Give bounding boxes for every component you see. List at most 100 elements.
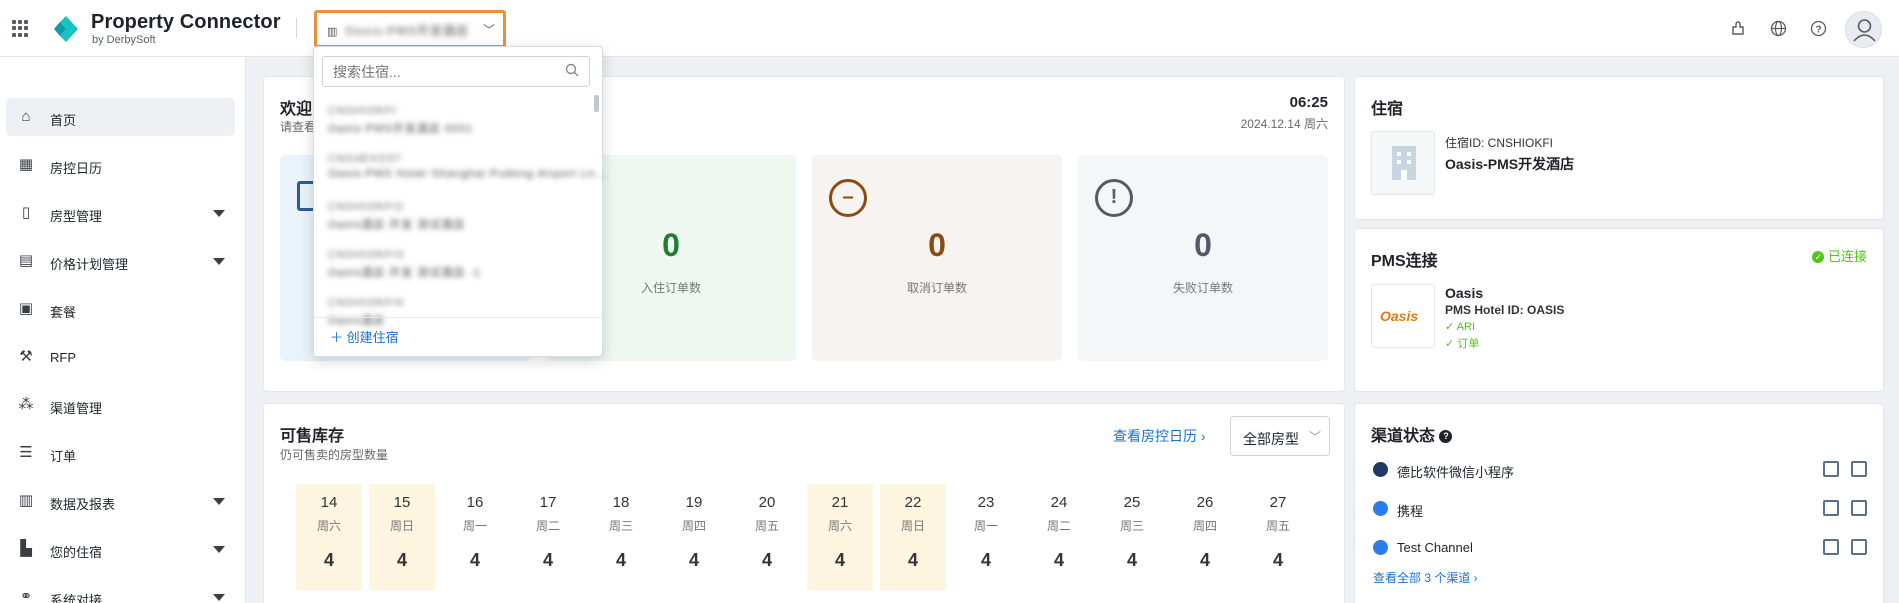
sidebar-item-packages[interactable]: ▣ 套餐: [6, 290, 235, 328]
sidebar-item-label: 渠道管理: [50, 401, 103, 416]
day-weekday: 周三: [1119, 519, 1144, 533]
hotel-option[interactable]: CNSHIOKFI2 Oasis酒店 开发 测试酒店: [328, 201, 568, 241]
sidebar-item-price-plans[interactable]: ▤ 价格计划管理: [6, 242, 235, 280]
sidebar-item-label: 房控日历: [50, 161, 103, 176]
inventory-day[interactable]: 26 周四 4: [1172, 484, 1238, 590]
day-available: 4: [834, 550, 845, 570]
pms-connection-card: PMS连接 ✓ 已连接 Oasis Oasis PMS Hotel ID: OA…: [1354, 228, 1884, 392]
globe-icon[interactable]: [1769, 20, 1787, 38]
calendar-tool-icon[interactable]: [1823, 500, 1839, 516]
day-number: 20: [758, 494, 776, 511]
hotel-option[interactable]: CNSHIOKFI Oasis-PMS开发酒店 0001: [328, 105, 568, 145]
sidebar-item-room-types[interactable]: ▯ 房型管理: [6, 194, 235, 232]
sidebar-item-reports[interactable]: ▥ 数据及报表: [6, 482, 235, 520]
create-stay-button[interactable]: ＋ 创建住宿: [330, 327, 399, 346]
day-available: 4: [1126, 550, 1137, 570]
hotel-option-name: Oasis-PMS开发酒店 0001: [328, 123, 474, 135]
inventory-day[interactable]: 16 周一 4: [442, 484, 508, 590]
room-type-filter[interactable]: 全部房型 ﹀: [1230, 416, 1330, 456]
inventory-day[interactable]: 22 周日 4: [880, 484, 946, 590]
top-bar: Property Connector by DerbySoft ▥ Oasis-…: [0, 0, 1899, 57]
task-check-icon[interactable]: [1851, 539, 1867, 555]
chart-icon: ▥: [18, 492, 34, 509]
stat-card-cancelled-orders[interactable]: – 0 取消订单数: [812, 155, 1062, 361]
inventory-day[interactable]: 23 周一 4: [953, 484, 1019, 590]
help-icon[interactable]: ?: [1809, 20, 1827, 38]
day-available: 4: [907, 550, 918, 570]
link-label: 查看房控日历: [1113, 428, 1197, 444]
day-weekday: 周六: [827, 519, 852, 533]
minus-circle-icon: –: [829, 179, 867, 217]
apps-grid-icon[interactable]: [12, 20, 29, 37]
inventory-day[interactable]: 20 周五 4: [734, 484, 800, 590]
stat-card-failed-orders[interactable]: ! 0 失败订单数: [1078, 155, 1328, 361]
inventory-day[interactable]: 18 周三 4: [588, 484, 654, 590]
hotel-option-id: CNSHIOKFI3: [328, 249, 405, 261]
day-number: 27: [1269, 494, 1287, 511]
sidebar-item-home[interactable]: ⌂ 首页: [6, 98, 235, 136]
inventory-day[interactable]: 14 周六 4: [296, 484, 362, 590]
view-room-calendar-link[interactable]: 查看房控日历 ›: [1113, 426, 1206, 446]
day-weekday: 周六: [316, 519, 341, 533]
calendar-tool-icon[interactable]: [1823, 539, 1839, 555]
calendar-tool-icon[interactable]: [1823, 461, 1839, 477]
user-avatar[interactable]: [1845, 11, 1882, 48]
channel-logo-icon: [1373, 540, 1388, 555]
day-weekday: 周四: [1192, 519, 1217, 533]
extension-icon[interactable]: [1729, 20, 1747, 38]
hotel-option[interactable]: CNSHIOKFI3 Oasis酒店 开发 测试酒店 -1: [328, 249, 568, 289]
hotel-selector-value: Oasis-PMS开发酒店: [345, 24, 469, 37]
hotel-selector[interactable]: ▥ Oasis-PMS开发酒店 ﹀: [314, 10, 506, 48]
hotel-option-name: Oasis酒店: [328, 315, 386, 327]
dropdown-scrollbar[interactable]: [594, 95, 599, 112]
inventory-day[interactable]: 19 周四 4: [661, 484, 727, 590]
pms-title: PMS连接: [1371, 253, 1438, 270]
inventory-day[interactable]: 17 周二 4: [515, 484, 581, 590]
caret-down-icon: [213, 210, 225, 217]
sidebar-item-channels[interactable]: ⁂ 渠道管理: [6, 386, 235, 424]
hotel-option-id: CNSHIOKFI4: [328, 297, 405, 309]
day-weekday: 周一: [462, 519, 487, 533]
day-weekday: 周四: [681, 519, 706, 533]
hotel-search-input[interactable]: [322, 56, 590, 87]
sidebar-item-label: 首页: [50, 113, 77, 128]
check-circle-icon: ✓: [1812, 251, 1825, 263]
task-check-icon[interactable]: [1851, 500, 1867, 516]
gavel-icon: ⚒: [19, 348, 33, 365]
sidebar-item-your-stays[interactable]: ▙ 您的住宿: [6, 530, 235, 568]
inventory-day[interactable]: 24 周二 4: [1026, 484, 1092, 590]
hotel-dropdown: CNSHIOKFI Oasis-PMS开发酒店 0001 CNS4EXO37 Oasi…: [313, 46, 606, 357]
day-available: 4: [1199, 550, 1210, 570]
task-check-icon[interactable]: [1851, 461, 1867, 477]
sidebar-item-system-integration[interactable]: ⚭ 系统对接: [6, 578, 235, 603]
stat-label: 取消订单数: [906, 281, 967, 295]
sidebar-item-orders[interactable]: ☰ 订单: [6, 434, 235, 472]
inventory-day[interactable]: 21 周六 4: [807, 484, 873, 590]
channel-row[interactable]: 携程: [1373, 498, 1867, 520]
hotel-option[interactable]: CNS4EXO37 Oasis-PMS Hotel Shanghai Pudong…: [328, 153, 606, 193]
inventory-subtitle: 仍可售卖的房型数量: [280, 448, 389, 462]
sidebar-item-rfp[interactable]: ⚒ RFP: [6, 338, 235, 376]
inventory-title: 可售库存: [280, 428, 345, 445]
sidebar-item-room-calendar[interactable]: ▦ 房控日历: [6, 146, 235, 184]
inventory-day[interactable]: 27 周五 4: [1245, 484, 1311, 590]
pms-status: ✓ 已连接: [1812, 246, 1867, 265]
day-number: 24: [1050, 494, 1068, 511]
day-available: 4: [688, 550, 699, 570]
channel-row[interactable]: 德比软件微信小程序: [1373, 459, 1867, 481]
welcome-subtitle: 请查看: [280, 120, 317, 134]
stat-value: 0: [1194, 227, 1212, 263]
help-icon[interactable]: ?: [1439, 430, 1453, 443]
day-number: 15: [393, 494, 411, 511]
inventory-day[interactable]: 15 周日 4: [369, 484, 435, 590]
stay-card: 住宿 住宿ID: CNSHIOKFI Oasis-PMS开发酒店: [1354, 76, 1884, 220]
inventory-day[interactable]: 25 周三 4: [1099, 484, 1165, 590]
channel-row[interactable]: Test Channel: [1373, 537, 1867, 559]
day-available: 4: [1272, 550, 1283, 570]
hotel-thumbnail: [1371, 131, 1435, 195]
price-plan-icon: ▤: [18, 252, 34, 269]
view-all-channels-link[interactable]: 查看全部 3 个渠道 ›: [1373, 569, 1478, 586]
header-divider: [296, 18, 297, 38]
hotel-option-name: Oasis酒店 开发 测试酒店 -1: [328, 267, 482, 279]
link-label: 查看全部 3 个渠道: [1373, 571, 1471, 585]
